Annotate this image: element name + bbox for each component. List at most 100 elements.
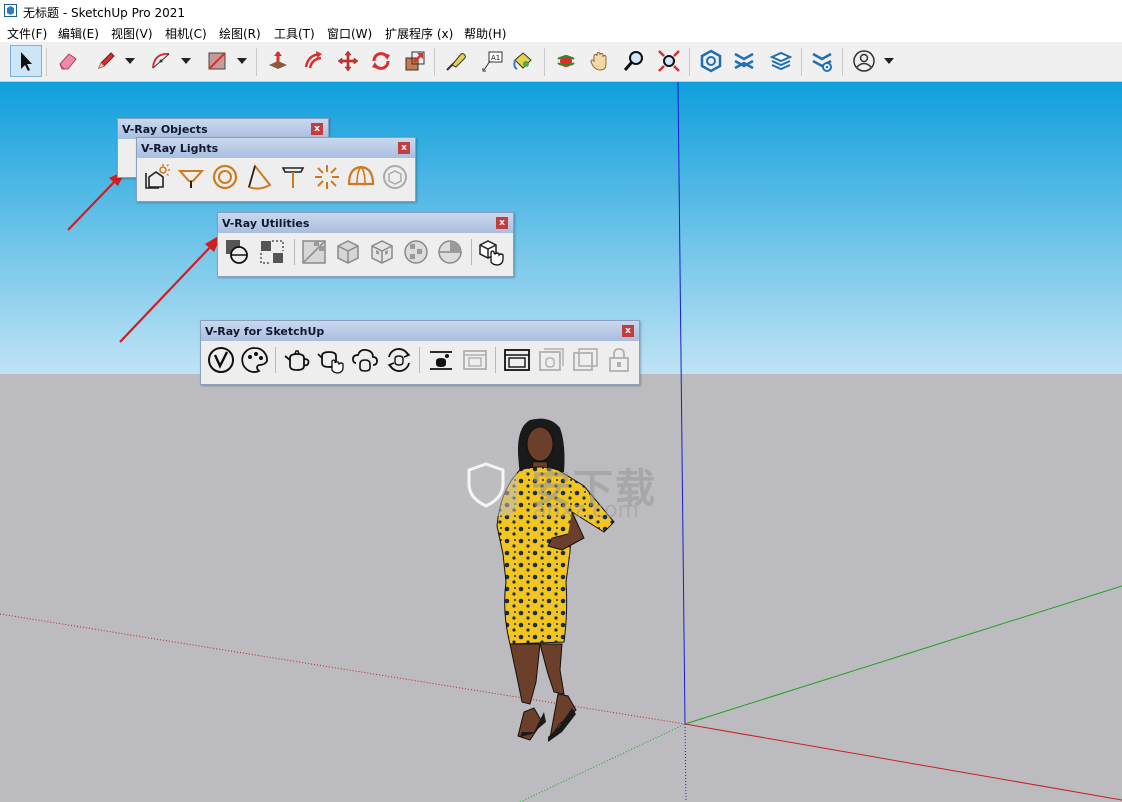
rectangle-tool-button[interactable] bbox=[201, 45, 233, 77]
vray-objects-close-button[interactable]: x bbox=[311, 123, 323, 135]
text-tool-button[interactable]: A1 bbox=[476, 45, 508, 77]
render-to-viewport-button[interactable] bbox=[537, 346, 565, 374]
vray-for-sketchup-close-button[interactable]: x bbox=[622, 325, 634, 337]
menu-help[interactable]: 帮助(H) bbox=[464, 25, 506, 42]
arc-tool-button[interactable] bbox=[145, 45, 177, 77]
menu-view[interactable]: 视图(V) bbox=[111, 25, 153, 42]
extension-manager-button[interactable] bbox=[806, 45, 838, 77]
line-tool-dropdown[interactable] bbox=[123, 45, 137, 77]
3d-warehouse-button[interactable] bbox=[695, 45, 727, 77]
menu-tools[interactable]: 工具(T) bbox=[274, 25, 315, 42]
menu-edit[interactable]: 编辑(E) bbox=[58, 25, 99, 42]
vray-lights-panel[interactable]: V-Ray Lights x bbox=[136, 137, 416, 202]
menu-bar: 文件(F) 编辑(E) 视图(V) 相机(C) 绘图(R) 工具(T) 窗口(W… bbox=[0, 22, 1122, 42]
zoom-tool-button[interactable] bbox=[618, 45, 650, 77]
uvw-box-button[interactable] bbox=[334, 238, 362, 266]
render-button[interactable] bbox=[283, 346, 311, 374]
mesh-light-icon bbox=[383, 165, 407, 189]
warehouse-icon bbox=[700, 49, 722, 73]
line-tool-button[interactable] bbox=[90, 45, 122, 77]
vray-utilities-close-button[interactable]: x bbox=[496, 217, 508, 229]
tape-measure-tool-button[interactable] bbox=[440, 45, 472, 77]
vray-logo-icon bbox=[208, 347, 234, 373]
vray-lights-header[interactable]: V-Ray Lights x bbox=[137, 138, 415, 158]
panel-separator bbox=[495, 347, 496, 373]
ies-light-button[interactable] bbox=[279, 163, 307, 191]
modeling-viewport[interactable]: V-Ray Objects x V-Ray Lights x V-Ray Uti… bbox=[0, 82, 1122, 802]
extension-manager-icon bbox=[812, 52, 832, 72]
uvw-cylinder-button[interactable] bbox=[436, 238, 464, 266]
toolbar-separator bbox=[842, 48, 843, 76]
vray-lights-close-button[interactable]: x bbox=[398, 142, 410, 154]
material-picker-button[interactable] bbox=[224, 238, 252, 266]
uvw-sphere-icon bbox=[404, 240, 428, 264]
paint-bucket-tool-button[interactable] bbox=[507, 45, 539, 77]
offset-tool-button[interactable] bbox=[298, 45, 330, 77]
cloud-render-button[interactable] bbox=[351, 346, 379, 374]
toolbar-separator bbox=[544, 48, 545, 76]
frame-buffer-button[interactable] bbox=[461, 346, 489, 374]
select-tool-button[interactable] bbox=[10, 45, 42, 77]
vray-for-sketchup-header[interactable]: V-Ray for SketchUp x bbox=[201, 321, 639, 341]
zoom-extents-tool-button[interactable] bbox=[653, 45, 685, 77]
vray-lights-title: V-Ray Lights bbox=[141, 142, 219, 155]
pick-object-button[interactable] bbox=[477, 238, 505, 266]
sketchup-layout-button[interactable] bbox=[765, 45, 797, 77]
account-button[interactable] bbox=[848, 45, 880, 77]
spot-light-button[interactable] bbox=[177, 163, 205, 191]
vray-objects-header[interactable]: V-Ray Objects x bbox=[118, 119, 328, 139]
omni-light-button[interactable] bbox=[313, 163, 341, 191]
batch-render-button[interactable] bbox=[385, 346, 413, 374]
vray-objects-title: V-Ray Objects bbox=[122, 123, 208, 136]
uvw-cube-icon bbox=[371, 240, 393, 264]
cone-light-button[interactable] bbox=[245, 163, 273, 191]
arc-tool-dropdown[interactable] bbox=[179, 45, 193, 77]
rotate-tool-button[interactable] bbox=[365, 45, 397, 77]
vray-utilities-panel[interactable]: V-Ray Utilities x bbox=[217, 212, 514, 277]
render-region-button[interactable] bbox=[427, 346, 455, 374]
paint-bucket-icon bbox=[513, 52, 532, 70]
toolbar-separator bbox=[801, 48, 802, 76]
menu-file[interactable]: 文件(F) bbox=[7, 25, 47, 42]
mesh-light-button[interactable] bbox=[381, 163, 409, 191]
eraser-icon bbox=[59, 53, 77, 70]
uvw-planar-button[interactable] bbox=[300, 238, 328, 266]
menu-extensions[interactable]: 扩展程序 (x) bbox=[385, 25, 453, 42]
push-pull-icon bbox=[269, 51, 287, 69]
viewport-region-button[interactable] bbox=[571, 346, 599, 374]
vray-logo-button[interactable] bbox=[207, 346, 235, 374]
rectangle-light-button[interactable] bbox=[143, 163, 171, 191]
dome-light-button[interactable] bbox=[347, 163, 375, 191]
pick-focus-button[interactable] bbox=[258, 238, 286, 266]
uvw-sphere-button[interactable] bbox=[402, 238, 430, 266]
viewport-render-button[interactable] bbox=[503, 346, 531, 374]
eraser-tool-button[interactable] bbox=[52, 45, 84, 77]
cloud-render-icon bbox=[352, 348, 378, 372]
pan-tool-button[interactable] bbox=[584, 45, 616, 77]
move-tool-button[interactable] bbox=[332, 45, 364, 77]
uvw-cube-button[interactable] bbox=[368, 238, 396, 266]
scale-tool-button[interactable] bbox=[399, 45, 431, 77]
text-label-icon: A1 bbox=[482, 51, 503, 72]
frame-buffer-icon bbox=[463, 350, 487, 370]
rectangle-tool-dropdown[interactable] bbox=[235, 45, 249, 77]
zoom-extents-icon bbox=[658, 50, 680, 72]
interactive-render-button[interactable] bbox=[317, 346, 345, 374]
title-bar: 无标题 - SketchUp Pro 2021 bbox=[0, 0, 1122, 22]
viewport-region-icon bbox=[573, 348, 598, 371]
vray-for-sketchup-panel[interactable]: V-Ray for SketchUp x bbox=[200, 320, 640, 385]
push-pull-tool-button[interactable] bbox=[262, 45, 294, 77]
vray-utilities-header[interactable]: V-Ray Utilities x bbox=[218, 213, 513, 233]
sphere-light-button[interactable] bbox=[211, 163, 239, 191]
menu-draw[interactable]: 绘图(R) bbox=[219, 25, 261, 42]
orbit-tool-button[interactable] bbox=[550, 45, 582, 77]
orbit-icon bbox=[557, 55, 575, 67]
extension-warehouse-button[interactable] bbox=[728, 45, 760, 77]
asset-editor-button[interactable] bbox=[241, 346, 269, 374]
menu-camera[interactable]: 相机(C) bbox=[165, 25, 207, 42]
interactive-render-icon bbox=[317, 351, 344, 374]
menu-window[interactable]: 窗口(W) bbox=[327, 25, 372, 42]
watermark-logo bbox=[455, 454, 517, 516]
lock-viewport-button[interactable] bbox=[605, 346, 633, 374]
account-dropdown[interactable] bbox=[882, 45, 896, 77]
